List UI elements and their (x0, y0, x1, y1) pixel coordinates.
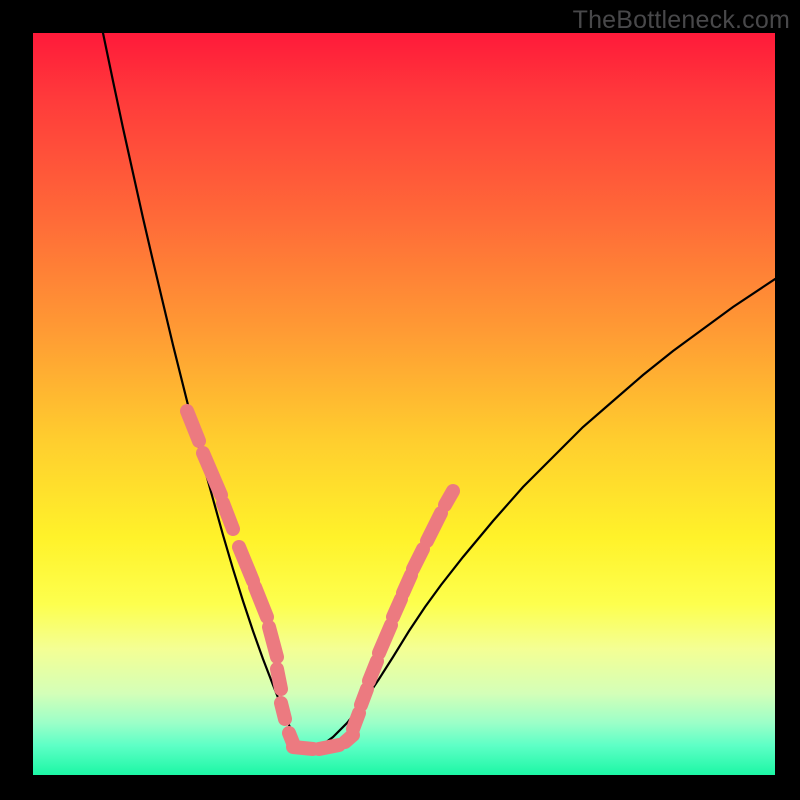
highlight-segment-2 (223, 503, 233, 529)
highlight-segment-3 (239, 547, 253, 581)
curve-highlight-segments (187, 411, 453, 749)
highlight-segment-1 (203, 453, 221, 495)
highlight-segment-4 (255, 587, 267, 617)
highlight-segment-11 (345, 735, 353, 742)
highlight-segment-9 (293, 747, 313, 749)
highlight-segment-13 (361, 689, 367, 705)
highlight-segment-10 (319, 745, 339, 749)
highlight-segment-12 (353, 713, 359, 729)
chart-plot-area (33, 33, 775, 775)
highlight-segment-20 (445, 491, 453, 505)
highlight-segment-6 (277, 669, 281, 689)
chart-svg (33, 33, 775, 775)
highlight-segment-16 (393, 599, 401, 617)
highlight-segment-17 (403, 575, 411, 593)
highlight-segment-15 (379, 625, 391, 653)
highlight-segment-7 (281, 703, 285, 719)
highlight-segment-19 (427, 513, 441, 541)
highlight-segment-14 (369, 661, 377, 681)
highlight-segment-0 (187, 411, 199, 441)
highlight-segment-18 (413, 549, 423, 569)
watermark-text: TheBottleneck.com (573, 6, 790, 35)
highlight-segment-5 (269, 627, 277, 657)
